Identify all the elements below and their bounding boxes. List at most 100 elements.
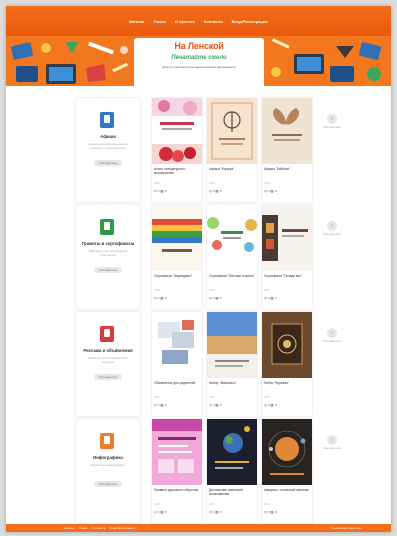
template-title: Афиша "Музыка" [209, 167, 235, 171]
template-stats: 👁 8 ⬇ 16 [209, 190, 223, 193]
template-stats: 👁 8 ⬇ 16 [154, 511, 168, 514]
template-card[interactable]: Правила дорожного обучения 2020 👁 8 ⬇ 16 [152, 419, 202, 523]
category-description: Афиши для информирования учеников о меро… [87, 142, 129, 150]
template-thumbnail [152, 98, 202, 164]
template-meta: 2020 [264, 289, 270, 292]
footer-links: Каталог Поиск О проекте Вход/Регистрация [64, 526, 135, 530]
template-card[interactable]: Объявление для родителей 2020 👁 8 ⬇ 16 [152, 312, 202, 416]
template-thumbnail [262, 312, 312, 378]
category-title: Реклама и объявления [83, 348, 133, 353]
show-more-label: Смотреть все [323, 232, 341, 236]
template-thumbnail [152, 312, 202, 378]
template-meta: 2020 [209, 182, 215, 185]
category-section: Реклама и объявления Шаблоны для объявле… [76, 312, 341, 418]
template-title: Набор "Живопись" [209, 381, 237, 385]
show-more-label: Смотреть все [323, 339, 341, 343]
footer-link-login[interactable]: Вход/Регистрация [109, 526, 134, 530]
template-meta: 2020 [209, 289, 215, 292]
footer-link-search[interactable]: Поиск [79, 526, 87, 530]
category-title: Афиши [100, 134, 116, 139]
template-thumbnail [262, 205, 312, 271]
show-more[interactable]: › Смотреть все [321, 114, 343, 130]
nav-link-search[interactable]: Поиск [154, 19, 166, 24]
hero-banner: На Ленской — Печатайте смело каталог шаб… [6, 36, 391, 86]
category-card[interactable]: Афиши Афиши для информирования учеников … [76, 98, 140, 202]
template-title: Сертификат "Позади все" [264, 274, 303, 278]
arrow-right-icon[interactable]: › [327, 114, 337, 124]
template-card[interactable]: Акварель: солнечной системы 2020 👁 8 ⬇ 1… [262, 419, 312, 523]
template-meta: 2020 [154, 289, 160, 292]
footer-note: Сделано для педагогов [330, 526, 361, 530]
template-title: Сертификат "Листики и цветы" [209, 274, 255, 278]
template-card[interactable]: Афиша "Бабочки" 2020 👁 8 ⬇ 16 [262, 98, 312, 202]
template-stats: 👁 8 ⬇ 16 [264, 297, 278, 300]
template-thumbnail [207, 312, 257, 378]
category-card[interactable]: Реклама и объявления Шаблоны для объявле… [76, 312, 140, 416]
view-all-button[interactable]: Смотреть все [94, 267, 122, 273]
template-meta: 2020 [209, 396, 215, 399]
arrow-right-icon[interactable]: › [327, 328, 337, 338]
template-stats: 👁 8 ⬇ 16 [209, 511, 223, 514]
school-decor-left-icon [11, 41, 129, 84]
template-stats: 👁 8 ⬇ 16 [209, 404, 223, 407]
category-title: Грамоты и сертификаты [81, 241, 135, 246]
footer-link-catalog[interactable]: Каталог [64, 526, 75, 530]
template-title: Набор "Кружево" [264, 381, 290, 385]
megaphone-icon [100, 326, 114, 342]
top-navigation: Каталог Поиск О проекте Контакты Вход/Ре… [6, 6, 391, 36]
template-meta: 2020 [154, 503, 160, 506]
certificate-icon [100, 219, 114, 235]
template-meta: 2020 [264, 503, 270, 506]
show-more[interactable]: › Смотреть все [321, 435, 343, 451]
template-thumbnail [152, 205, 202, 271]
template-title: Объявление для родителей [154, 381, 196, 385]
template-card[interactable]: Достижения советской космонавтики 2020 👁… [207, 419, 257, 523]
category-title: Инфографика [93, 455, 123, 460]
template-meta: 2020 [154, 396, 160, 399]
template-card[interactable]: Набор "Кружево" 2020 👁 8 ⬇ 16 [262, 312, 312, 416]
nav-link-contacts[interactable]: Контакты [204, 19, 223, 24]
page: Каталог Поиск О проекте Контакты Вход/Ре… [6, 6, 391, 532]
show-more[interactable]: › Смотреть все [321, 221, 343, 237]
nav-link-about[interactable]: О проекте [175, 19, 195, 24]
logo-card[interactable]: На Ленской — Печатайте смело каталог шаб… [134, 38, 264, 86]
template-card[interactable]: Сертификат "Позади все" 2020 👁 8 ⬇ 16 [262, 205, 312, 309]
view-all-button[interactable]: Смотреть все [94, 374, 122, 380]
template-title: Сертификат "Карандаши" [154, 274, 193, 278]
template-card[interactable]: Набор "Живопись" 2020 👁 8 ⬇ 16 [207, 312, 257, 416]
nav-link-login[interactable]: Вход/Регистрация [232, 19, 268, 24]
template-stats: 👁 8 ⬇ 16 [264, 404, 278, 407]
template-title: Афиша "Бабочки" [264, 167, 291, 171]
nav-link-catalog[interactable]: Каталог [129, 19, 145, 24]
template-title: Анонс литературного мероприятия [154, 167, 186, 175]
view-all-button[interactable]: Смотреть все [94, 481, 122, 487]
template-card[interactable]: Анонс литературного мероприятия 2020 👁 8… [152, 98, 202, 202]
category-section: Грамоты и сертификаты Шаблоны для награж… [76, 205, 341, 311]
chart-icon [100, 433, 114, 449]
footer-link-about[interactable]: О проекте [91, 526, 105, 530]
template-card[interactable]: Сертификат "Листики и цветы" 2020 👁 8 ⬇ … [207, 205, 257, 309]
category-card[interactable]: Инфографика Шаблоны инфографики Смотреть… [76, 419, 140, 523]
show-more[interactable]: › Смотреть все [321, 328, 343, 344]
logo-subtitle: каталог шаблонов для педагогической деят… [162, 65, 236, 69]
template-meta: 2020 [264, 396, 270, 399]
template-stats: 👁 8 ⬇ 16 [154, 190, 168, 193]
logo-divider: — [197, 50, 201, 54]
template-thumbnail [262, 98, 312, 164]
view-all-button[interactable]: Смотреть все [94, 160, 122, 166]
category-description: Шаблоны для награждения участников [88, 249, 128, 257]
category-section: Инфографика Шаблоны инфографики Смотреть… [76, 419, 341, 525]
category-description: Шаблоны инфографики [91, 463, 125, 467]
template-card[interactable]: Сертификат "Карандаши" 2020 👁 8 ⬇ 16 [152, 205, 202, 309]
show-more-label: Смотреть все [323, 125, 341, 129]
arrow-right-icon[interactable]: › [327, 435, 337, 445]
template-thumbnail [262, 419, 312, 485]
arrow-right-icon[interactable]: › [327, 221, 337, 231]
category-card[interactable]: Грамоты и сертификаты Шаблоны для награж… [76, 205, 140, 309]
template-thumbnail [207, 205, 257, 271]
template-card[interactable]: Афиша "Музыка" 2020 👁 8 ⬇ 16 [207, 98, 257, 202]
template-stats: 👁 8 ⬇ 16 [154, 404, 168, 407]
category-description: Шаблоны для объявлений и рекламы [88, 356, 128, 364]
footer: Каталог Поиск О проекте Вход/Регистрация… [6, 524, 391, 532]
template-title: Акварель: солнечной системы [264, 488, 309, 492]
